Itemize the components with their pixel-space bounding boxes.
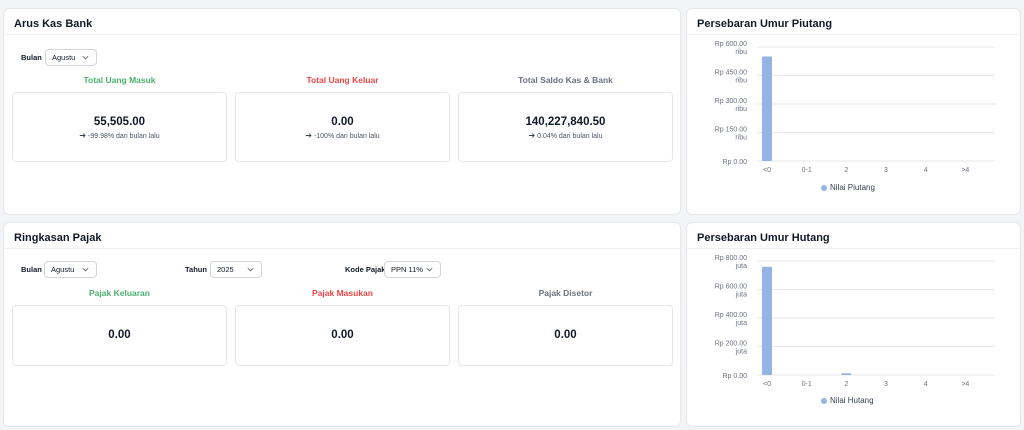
change-text: -99.98% dari bulan lalu: [88, 133, 160, 140]
piutang-bar-chart: Rp 0.00Rp 150.00ribuRp 300.00ribuRp 450.…: [715, 41, 995, 174]
total-uang-masuk-value: 55,505.00: [93, 116, 146, 128]
y-tick-label: Rp 150.00: [715, 127, 747, 134]
y-tick-label: Rp 200.00: [715, 341, 747, 348]
pajak-masukan-card: 0.00: [235, 305, 450, 366]
arrow-right-icon: ➔: [79, 131, 87, 140]
y-tick-label: Rp 400.00: [715, 312, 747, 319]
legend-dot: [821, 397, 827, 404]
total-saldo-change: ➔ 0.04% dari bulan lalu: [459, 131, 672, 140]
hutang-chart-panel: Persebaran Umur Hutang Rp 0.00 Rp 200.00 j…: [686, 222, 1021, 427]
y-tick-unit: juta: [735, 292, 747, 299]
x-tick-label: >4: [961, 381, 969, 388]
total-uang-keluar-card: 0.00 ➔ -100% dari bulan lalu: [235, 92, 450, 162]
y-tick-unit: ribu: [735, 135, 747, 142]
change-text: -100% dari bulan lalu: [313, 133, 380, 140]
total-uang-masuk-change: ➔ -99.98% dari bulan lalu: [13, 131, 226, 140]
pajak-bulan-select[interactable]: Agustu: [44, 261, 97, 278]
hutang-bar-chart: Rp 0.00Rp 200.00jutaRp 400.00jutaRp 600.…: [715, 255, 995, 388]
ringkasan-pajak-title: Ringkasan Pajak: [4, 223, 680, 249]
y-tick-unit: juta: [735, 320, 747, 327]
y-tick-unit: ribu: [735, 106, 747, 113]
x-tick-label: 4: [924, 167, 928, 174]
arus-kas-panel: Arus Kas Bank Bulan Agustu Total Uang Ma…: [3, 8, 681, 215]
total-uang-masuk-card: 55,505.00 ➔ -99.98% dari bulan lalu: [12, 92, 227, 162]
chevron-down-icon: [82, 267, 89, 272]
x-tick-label: 3: [884, 381, 888, 388]
bulan-label: Bulan: [21, 265, 42, 274]
pajak-disetor-title: Pajak Disetor: [538, 288, 593, 298]
bulan-select[interactable]: Agustu: [45, 49, 97, 66]
chevron-down-icon: [82, 55, 89, 60]
tahun-select[interactable]: 2025: [210, 261, 262, 278]
chevron-down-icon: [426, 267, 433, 272]
tahun-label: Tahun: [185, 265, 207, 274]
x-tick-label: 3: [884, 167, 888, 174]
arrow-right-icon: ➔: [528, 131, 536, 140]
y-tick-unit: juta: [735, 349, 747, 356]
chevron-down-icon: [247, 267, 254, 272]
change-text: 0.04% dari bulan lalu: [537, 133, 603, 140]
hutang-chart-title: Persebaran Umur Hutang: [687, 223, 1020, 249]
piutang-chart-title: Persebaran Umur Piutang: [687, 9, 1020, 35]
y-tick-label: Rp 600.00: [715, 41, 747, 48]
pajak-keluaran-card: 0.00: [12, 305, 227, 366]
y-tick-label: Rp 600.00: [715, 284, 747, 291]
arus-kas-title: Arus Kas Bank: [4, 9, 680, 35]
pajak-masukan-value: 0.00: [331, 329, 354, 341]
x-tick-label: 4: [924, 381, 928, 388]
kode-pajak-label: Kode Pajak: [345, 265, 386, 274]
kode-pajak-value: PPN 11%: [391, 265, 423, 274]
piutang-legend[interactable]: Nilai Piutang: [821, 183, 875, 192]
pajak-keluaran-title: Pajak Keluaran: [89, 288, 150, 298]
bar: [841, 373, 852, 375]
total-uang-masuk-title: Total Uang Masuk: [83, 75, 156, 85]
legend-label: Nilai Hutang: [830, 396, 874, 405]
bulan-label: Bulan: [21, 53, 42, 62]
pajak-disetor-value: 0.00: [554, 329, 577, 341]
x-tick-label: <0: [763, 167, 771, 174]
y-tick-label: Rp 800.00: [715, 255, 747, 262]
bar: [762, 266, 772, 375]
x-tick-label: <0: [763, 381, 771, 388]
tahun-value: 2025: [217, 265, 234, 274]
total-saldo-title: Total Saldo Kas & Bank: [518, 75, 613, 85]
y-tick-unit: ribu: [735, 49, 747, 56]
hutang-legend[interactable]: Nilai Hutang: [821, 396, 874, 405]
total-uang-keluar-change: ➔ -100% dari bulan lalu: [236, 131, 449, 140]
arrow-right-icon: ➔: [305, 131, 312, 140]
y-tick-unit: ribu: [735, 78, 747, 85]
y-tick-label: Rp 0.00: [722, 159, 747, 166]
piutang-chart-panel: Persebaran Umur Piutang Rp 0.00 Rp 150.00…: [686, 8, 1021, 215]
pajak-bulan-value: Agustu: [51, 265, 75, 274]
x-tick-label: 2: [844, 381, 848, 388]
bulan-select-value: Agustu: [52, 53, 76, 62]
x-tick-label: 0-1: [802, 167, 812, 174]
x-tick-label: 2: [844, 167, 848, 174]
ringkasan-pajak-panel: Ringkasan Pajak Bulan Agustu Tahun 2025 …: [3, 222, 681, 427]
pajak-disetor-card: 0.00: [458, 305, 673, 366]
y-tick-unit: juta: [735, 263, 747, 270]
pajak-keluaran-value: 0.00: [108, 329, 131, 341]
y-tick-label: Rp 0.00: [722, 373, 747, 380]
bar: [762, 56, 772, 161]
legend-label: Nilai Piutang: [830, 183, 875, 192]
y-tick-label: Rp 450.00: [715, 70, 747, 77]
total-uang-keluar-value: 0.00: [331, 116, 354, 128]
y-tick-label: Rp 300.00: [715, 98, 747, 105]
x-tick-label: 0-1: [802, 381, 812, 388]
total-saldo-card: 140,227,840.50 ➔ 0.04% dari bulan lalu: [458, 92, 673, 162]
pajak-masukan-title: Pajak Masukan: [312, 288, 373, 298]
x-tick-label: >4: [961, 167, 969, 174]
kode-pajak-select[interactable]: PPN 11%: [384, 261, 441, 278]
total-saldo-value: 140,227,840.50: [525, 116, 606, 128]
legend-dot: [821, 184, 827, 191]
total-uang-keluar-title: Total Uang Keluar: [306, 75, 379, 85]
